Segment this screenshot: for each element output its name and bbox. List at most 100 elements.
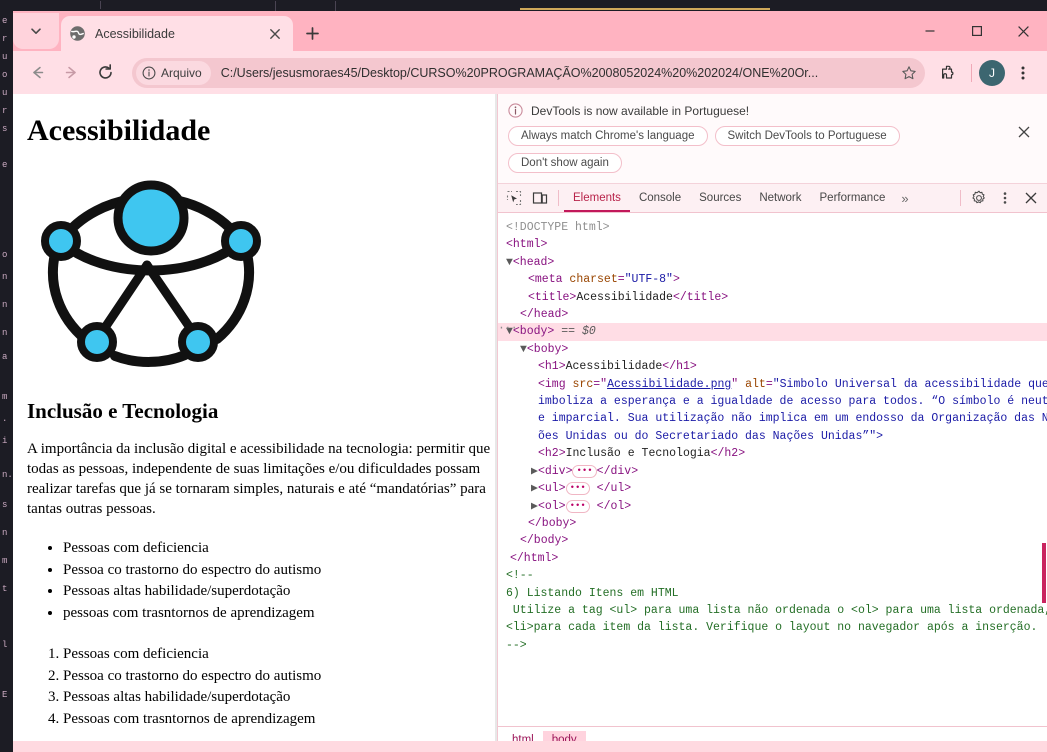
devtools-menu-button[interactable] (992, 186, 1018, 210)
dom-line-div[interactable]: ▶<div> ••• </div> (498, 463, 1047, 480)
tab-elements[interactable]: Elements (564, 184, 630, 212)
dom-line-title[interactable]: <title>Acessibilidade</title> (498, 289, 1047, 306)
expand-triangle-icon[interactable]: ▼ (506, 256, 513, 269)
bookmark-star-button[interactable] (901, 65, 917, 81)
address-bar-url[interactable]: C:/Users/jesusmoraes45/Desktop/CURSO%20P… (221, 66, 895, 80)
collapse-triangle-icon[interactable]: ▶ (531, 465, 538, 478)
img-src-value[interactable]: Acessibilidade.png (607, 378, 731, 391)
collapse-triangle-icon[interactable]: ▶ (531, 500, 538, 513)
tab-console[interactable]: Console (630, 184, 690, 212)
dom-line-comment-3[interactable]: <li>para cada item da lista. Verifique o… (498, 619, 1047, 636)
devtools-settings-button[interactable] (966, 186, 992, 210)
dom-line-h2[interactable]: <h2>Inclusão e Tecnologia</h2> (498, 445, 1047, 462)
dom-tree[interactable]: <!DOCTYPE html> <html> ▼<head> <meta cha… (498, 213, 1047, 726)
dom-line-comment-2[interactable]: Utilize a tag <ul> para uma lista não or… (498, 602, 1047, 619)
file-scheme-chip[interactable]: Arquivo (136, 60, 211, 85)
new-tab-button[interactable] (299, 20, 325, 46)
dom-line-comment-close[interactable]: --> (498, 637, 1047, 654)
always-match-language-button[interactable]: Always match Chrome's language (508, 126, 708, 146)
dom-line-ul[interactable]: ▶<ul> ••• </ul> (498, 480, 1047, 497)
expand-triangle-icon[interactable]: ▼ (520, 343, 527, 356)
window-maximize-button[interactable] (953, 11, 1000, 51)
dom-line-ol[interactable]: ▶<ol> ••• </ol> (498, 498, 1047, 515)
h1-tag-name: h1 (544, 360, 559, 374)
tab-close-button[interactable] (265, 24, 285, 44)
img-alt-line-1: "Simbolo Universal da acessibilidade que… (772, 377, 1047, 391)
dom-line-h1[interactable]: <h1>Acessibilidade</h1> (498, 358, 1047, 375)
notice-close-button[interactable] (1015, 123, 1033, 141)
devtools-kebab-icon (1003, 192, 1007, 204)
tab-network[interactable]: Network (750, 184, 810, 212)
list-item: Pessoas altas habilidade/superdotação (63, 581, 489, 603)
ordered-list: Pessoas com deficiencia Pessoa co trasto… (63, 644, 489, 731)
ul-tag-name: ul (544, 482, 559, 496)
expand-triangle-icon[interactable]: ▼ (506, 325, 513, 338)
collapse-triangle-icon[interactable]: ▶ (531, 482, 538, 495)
dom-line-comment-1[interactable]: 6) Listando Itens em HTML (498, 585, 1047, 602)
dom-line-html-open[interactable]: <html> (498, 236, 1047, 253)
inspect-element-button[interactable] (501, 186, 527, 210)
dont-show-again-button[interactable]: Don't show again (508, 153, 622, 173)
forward-button[interactable] (56, 58, 86, 88)
devtools-language-notice: DevTools is now available in Portuguese!… (498, 94, 1047, 184)
head-open-tag: <head> (512, 255, 555, 269)
browser-menu-button[interactable] (1008, 58, 1038, 88)
tab-search-button[interactable] (13, 13, 59, 49)
img-alt-line-4: ões Unidas ou do Secretariado das Nações… (538, 429, 884, 443)
more-tabs-button[interactable]: » (894, 191, 915, 206)
dom-line-img-alt-4[interactable]: ões Unidas ou do Secretariado das Nações… (498, 428, 1047, 445)
pane-divider[interactable] (495, 94, 497, 752)
head-close-tag: </head> (520, 308, 569, 322)
h2-tag-name: h2 (544, 447, 559, 461)
dom-line-boby-close[interactable]: </boby> (498, 515, 1047, 532)
dom-line-head-close[interactable]: </head> (498, 306, 1047, 323)
devtools-close-button[interactable] (1018, 186, 1044, 210)
device-toolbar-button[interactable] (527, 186, 553, 210)
h1-close-name: h1 (676, 360, 690, 374)
list-item: Pessoa co trastorno do espectro do autis… (63, 666, 489, 688)
toolbar-divider (971, 63, 972, 82)
tab-sources[interactable]: Sources (690, 184, 750, 212)
window-minimize-button[interactable] (906, 11, 953, 51)
address-bar[interactable]: Arquivo C:/Users/jesusmoraes45/Desktop/C… (132, 57, 925, 88)
extensions-button[interactable] (934, 58, 964, 88)
dom-line-doctype[interactable]: <!DOCTYPE html> (498, 219, 1047, 236)
collapsed-content-badge[interactable]: ••• (565, 499, 590, 513)
notice-header: DevTools is now available in Portuguese! (508, 103, 1037, 118)
switch-devtools-language-button[interactable]: Switch DevTools to Portuguese (714, 126, 900, 146)
reload-button[interactable] (90, 58, 120, 88)
dom-line-meta[interactable]: <meta charset="UTF-8"> (498, 271, 1047, 288)
tabbar-divider (558, 190, 559, 206)
dom-line-body-open[interactable]: ▼<body> == $0 (498, 320, 1047, 341)
h2-close-name: h2 (724, 447, 739, 461)
dom-tree-scrollbar[interactable] (1042, 543, 1046, 603)
window-close-button[interactable] (1000, 11, 1047, 51)
dom-line-comment-open[interactable]: <!-- (498, 567, 1047, 584)
html-open-tag: <html> (506, 238, 548, 252)
device-toolbar-icon (532, 192, 548, 204)
div-tag-name: div (544, 464, 566, 478)
devtools-toolbar-right (955, 186, 1044, 210)
collapsed-content-badge[interactable]: ••• (565, 482, 590, 496)
back-button[interactable] (22, 58, 52, 88)
dom-line-boby-open[interactable]: ▼<boby> (498, 341, 1047, 358)
doctype-text: <!DOCTYPE html> (506, 221, 610, 234)
globe-favicon (69, 25, 86, 42)
dom-line-html-close[interactable]: </html> (498, 550, 1047, 567)
info-circle-icon (142, 66, 156, 79)
dom-line-body-close[interactable]: </body> (498, 532, 1047, 549)
dom-line-img[interactable]: <img src="Acessibilidade.png" alt="Simbo… (498, 376, 1047, 393)
profile-avatar[interactable]: J (979, 59, 1005, 86)
extensions-puzzle-icon (942, 65, 954, 79)
minimize-icon (925, 30, 934, 32)
dom-line-img-alt-3[interactable]: e imparcial. Sua utilização não implica … (498, 410, 1047, 427)
dom-line-head-open[interactable]: ▼<head> (498, 254, 1047, 271)
tabstrip: Acessibilidade (13, 11, 1047, 51)
tab-performance[interactable]: Performance (811, 184, 895, 212)
collapsed-content-badge[interactable]: ••• (572, 464, 597, 478)
bookmark-star-icon (902, 65, 916, 79)
reload-icon (98, 64, 112, 79)
browser-tab[interactable]: Acessibilidade (61, 16, 293, 51)
title-tag-name: title (534, 290, 570, 304)
dom-line-img-alt-2[interactable]: imboliza a esperança e a igualdade de ac… (498, 393, 1047, 410)
